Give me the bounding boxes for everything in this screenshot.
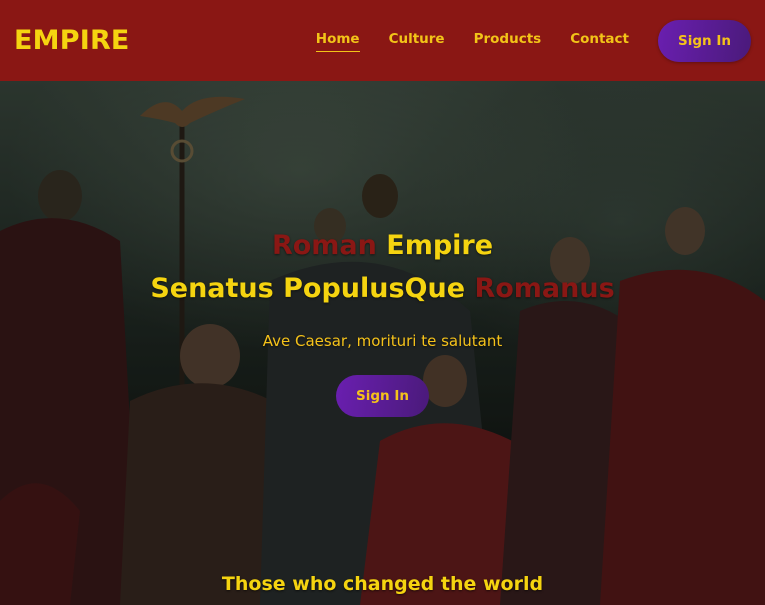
hero-title-line2: Senatus PopulusQue Romanus bbox=[0, 275, 765, 302]
hero-title-spq: Senatus PopulusQue bbox=[150, 273, 466, 304]
hero-title-empire: Empire bbox=[386, 230, 494, 261]
nav-links: Home Culture Products Contact Sign In bbox=[315, 0, 751, 81]
hero-title-romanus: Romanus bbox=[474, 273, 615, 304]
brand-logo[interactable]: EMPIRE bbox=[14, 27, 130, 54]
hero-title-line1: Roman Empire bbox=[0, 232, 765, 259]
nav-link-culture[interactable]: Culture bbox=[389, 31, 445, 50]
nav-signin-button[interactable]: Sign In bbox=[658, 19, 751, 62]
hero-tagline: Ave Caesar, morituri te salutant bbox=[262, 332, 503, 350]
nav-link-products[interactable]: Products bbox=[474, 31, 542, 50]
navbar: EMPIRE Home Culture Products Contact Sig… bbox=[0, 0, 765, 81]
hero-section: Roman Empire Senatus PopulusQue Romanus … bbox=[0, 81, 765, 605]
hero-title-roman: Roman bbox=[271, 230, 377, 261]
section-heading: Those who changed the world bbox=[221, 573, 544, 595]
nav-link-home[interactable]: Home bbox=[315, 31, 360, 52]
nav-link-contact[interactable]: Contact bbox=[570, 31, 629, 50]
hero-signin-button[interactable]: Sign In bbox=[336, 375, 429, 417]
